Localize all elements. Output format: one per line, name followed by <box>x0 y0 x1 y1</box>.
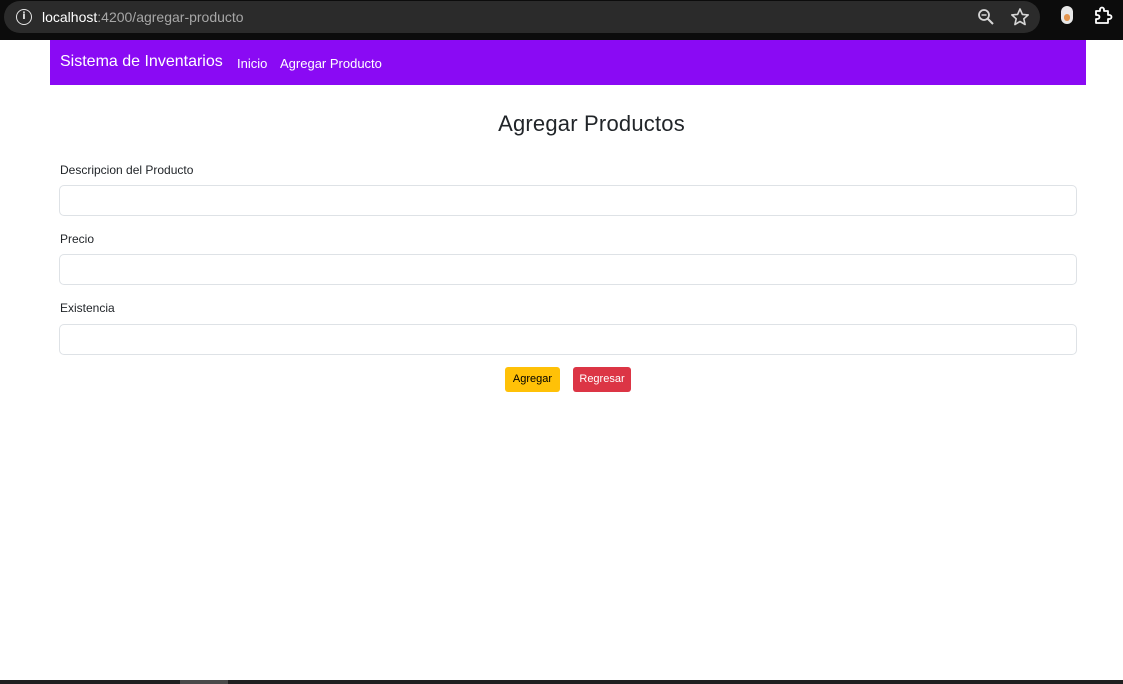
bottom-edge <box>0 680 1123 684</box>
star-icon[interactable] <box>1010 7 1030 27</box>
nav-link-inicio[interactable]: Inicio <box>237 56 267 71</box>
zoom-icon[interactable] <box>977 8 995 26</box>
price-input[interactable] <box>59 254 1077 285</box>
description-label: Descripcion del Producto <box>60 163 194 177</box>
stock-label: Existencia <box>60 301 115 315</box>
scroll-thumb[interactable] <box>180 680 228 684</box>
nav-link-agregar-producto[interactable]: Agregar Producto <box>280 56 382 71</box>
browser-toolbar: i localhost:4200/agregar-producto <box>0 0 1123 40</box>
navbar: Sistema de Inventarios Inicio Agregar Pr… <box>50 40 1086 85</box>
address-bar[interactable]: i localhost:4200/agregar-producto <box>4 1 1040 33</box>
add-button[interactable]: Agregar <box>505 367 560 392</box>
url-host: localhost <box>42 9 98 25</box>
site-info-icon[interactable]: i <box>16 9 32 25</box>
extension-avatar-icon[interactable] <box>1061 6 1073 24</box>
back-button[interactable]: Regresar <box>573 367 631 392</box>
navbar-brand[interactable]: Sistema de Inventarios <box>60 53 223 71</box>
url-path: :4200/agregar-producto <box>97 9 244 25</box>
url-text[interactable]: localhost:4200/agregar-producto <box>42 9 244 25</box>
price-label: Precio <box>60 232 95 246</box>
description-input[interactable] <box>59 185 1077 216</box>
stock-input[interactable] <box>59 324 1077 355</box>
page-title: Agregar Productos <box>498 111 685 136</box>
extensions-icon[interactable] <box>1093 6 1113 26</box>
